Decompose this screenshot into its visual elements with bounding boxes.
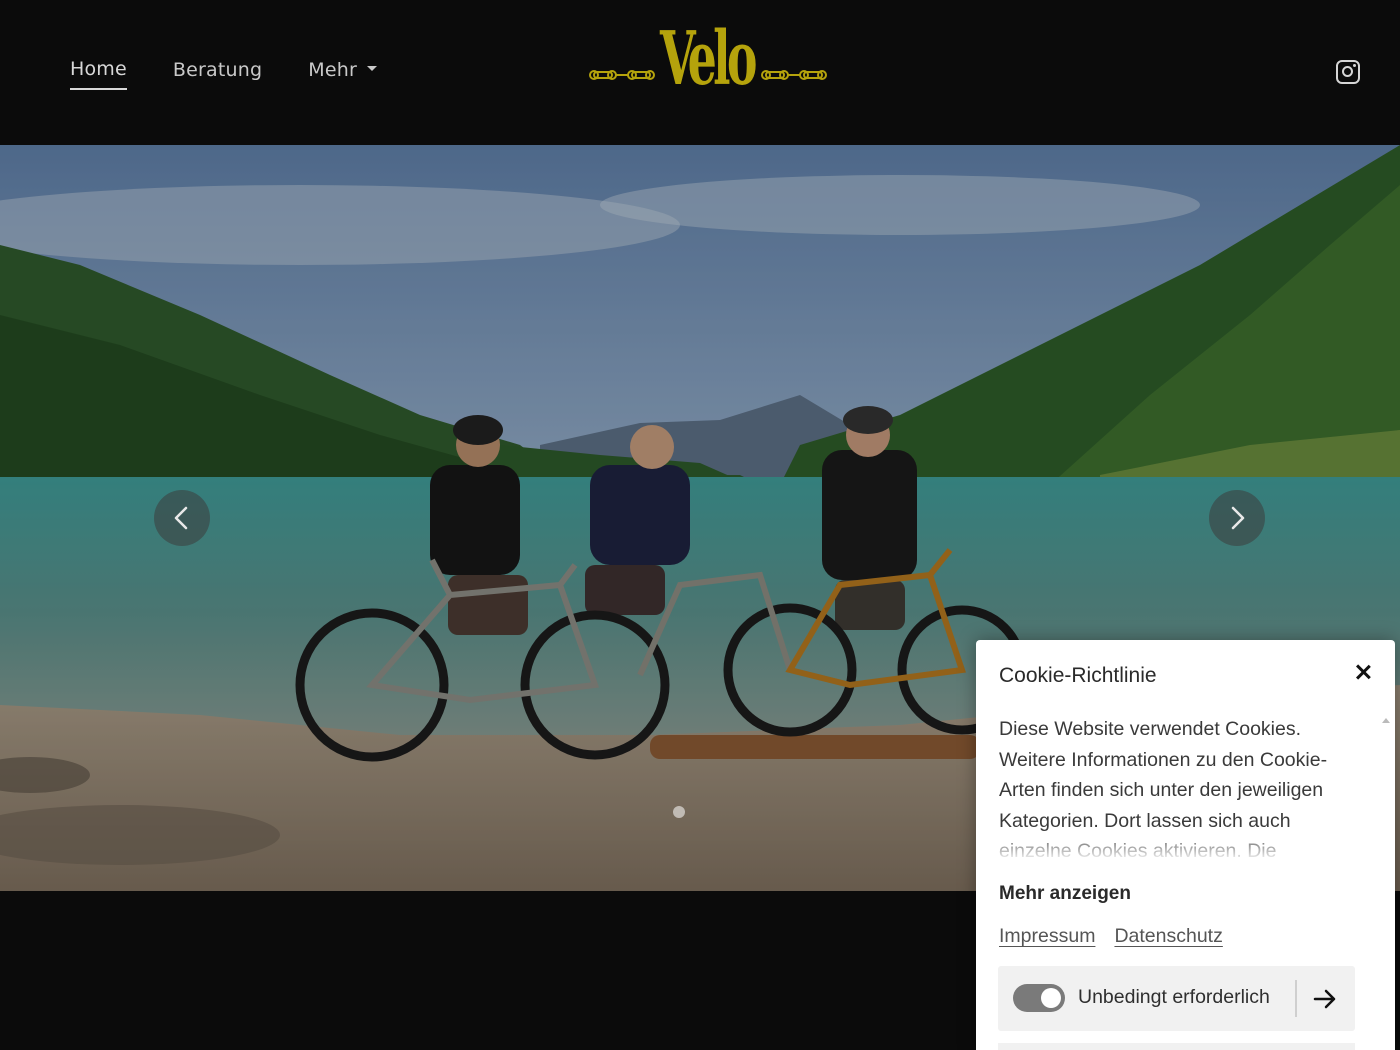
chevron-left-icon	[174, 506, 188, 530]
nav-item-mehr[interactable]: Mehr	[308, 59, 378, 89]
chevron-right-icon	[1231, 506, 1245, 530]
divider	[1295, 980, 1297, 1017]
nav-item-beratung[interactable]: Beratung	[173, 59, 262, 89]
site-logo[interactable]: Velo	[588, 22, 828, 114]
instagram-icon[interactable]	[1336, 60, 1360, 84]
chain-right-icon	[761, 70, 827, 80]
scrollbar-up-icon[interactable]	[1382, 718, 1390, 724]
cookie-title: Cookie-Richtlinie	[999, 664, 1157, 687]
site-header: Home Beratung Mehr Velo	[0, 0, 1400, 145]
cookie-category-row: Unbedingt erforderlich	[998, 966, 1355, 1031]
cookie-links: Impressum Datenschutz	[999, 925, 1223, 948]
logo-text: Velo	[660, 16, 757, 102]
carousel-prev-button[interactable]	[154, 490, 210, 546]
cookie-category-label: Unbedingt erforderlich	[1078, 986, 1270, 1008]
main-nav: Home Beratung Mehr	[70, 58, 378, 90]
chain-left-icon	[589, 70, 655, 80]
carousel-indicator-dot[interactable]	[673, 806, 685, 818]
arrow-right-icon[interactable]	[1312, 986, 1338, 1012]
impressum-link[interactable]: Impressum	[999, 925, 1095, 948]
cookie-consent-panel: Cookie-Richtlinie Diese Website verwende…	[976, 640, 1395, 1050]
necessary-cookies-toggle[interactable]	[1013, 984, 1065, 1012]
caret-down-icon	[367, 66, 378, 71]
nav-item-mehr-label: Mehr	[308, 59, 358, 81]
datenschutz-link[interactable]: Datenschutz	[1114, 925, 1222, 948]
close-icon[interactable]	[1351, 660, 1375, 684]
cookie-text-fade	[999, 830, 1355, 860]
carousel-next-button[interactable]	[1209, 490, 1265, 546]
nav-item-home[interactable]: Home	[70, 58, 127, 90]
cookie-category-row-next	[998, 1043, 1355, 1050]
show-more-button[interactable]: Mehr anzeigen	[999, 883, 1131, 905]
